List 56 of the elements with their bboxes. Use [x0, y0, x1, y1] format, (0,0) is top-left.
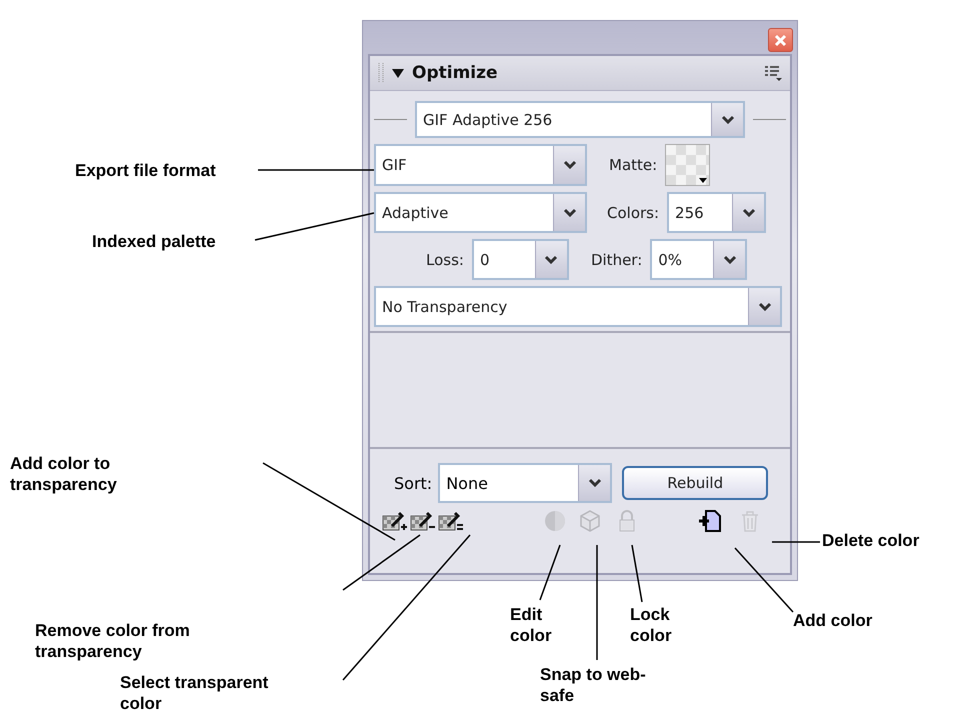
transparency-dropdown[interactable]: No Transparency [374, 286, 782, 327]
new-page-icon [698, 509, 722, 533]
triangle-down-icon[interactable] [392, 67, 404, 79]
caret-icon [699, 178, 708, 183]
leader-line [734, 548, 794, 612]
callout-label: Lock color [630, 604, 673, 646]
tool-button[interactable] [438, 510, 464, 532]
caret-icon [742, 208, 756, 218]
close-icon [774, 34, 787, 46]
callout-label: Add color to transparency [10, 453, 118, 495]
lock-icon [618, 510, 636, 532]
format-dropdown[interactable]: GIF [374, 144, 587, 186]
circle-icon [544, 510, 566, 532]
colors-dropdown[interactable]: 256 [667, 192, 766, 233]
caret-icon [562, 208, 576, 218]
dither-dropdown[interactable]: 0% [650, 239, 748, 280]
caret-icon [544, 254, 558, 264]
colors-label: Colors: [607, 204, 660, 222]
callout-label: Edit color [510, 604, 553, 646]
eyedropper-icon [410, 510, 436, 532]
sort-label: Sort: [394, 474, 432, 492]
caret-icon [722, 254, 737, 264]
caret-icon [758, 302, 772, 312]
cube-icon [580, 510, 600, 532]
callout-label: Indexed palette [92, 231, 216, 252]
tool-button[interactable] [698, 509, 722, 533]
callout-label: Select transparent color [120, 672, 270, 713]
callout-label: Remove color from transparency [35, 620, 191, 662]
palette-dropdown[interactable]: Adaptive [374, 192, 587, 233]
caret-icon [720, 114, 734, 124]
loss-label: Loss: [426, 250, 464, 268]
callout-label: Add color [793, 610, 872, 631]
preset-dropdown[interactable]: GIF Adaptive 256 [415, 101, 745, 138]
matte-swatch[interactable] [665, 144, 710, 186]
loss-dropdown[interactable]: 0 [472, 239, 569, 280]
callout-label: Export file format [75, 160, 216, 181]
eyedropper-icon [438, 510, 464, 532]
close-button[interactable] [768, 28, 793, 52]
grip-icon [378, 63, 384, 83]
tool-button[interactable] [410, 510, 436, 532]
callout-label: Snap to web-safe [540, 664, 647, 706]
leader-line [631, 544, 643, 602]
rebuild-button[interactable]: Rebuild [622, 466, 768, 500]
leader-line [539, 544, 561, 600]
trash-icon [740, 510, 760, 532]
options-menu-icon[interactable] [764, 65, 782, 81]
eyedropper-icon [382, 510, 408, 532]
matte-label: Matte: [609, 156, 658, 174]
leader-line [772, 541, 820, 543]
caret-icon [562, 160, 576, 170]
callout-label: Delete color [822, 530, 920, 551]
dither-label: Dither: [590, 250, 642, 268]
tool-button[interactable] [382, 510, 408, 532]
panel-title: Optimize [412, 63, 499, 83]
caret-icon [588, 478, 602, 488]
sort-dropdown[interactable]: None [438, 463, 612, 503]
